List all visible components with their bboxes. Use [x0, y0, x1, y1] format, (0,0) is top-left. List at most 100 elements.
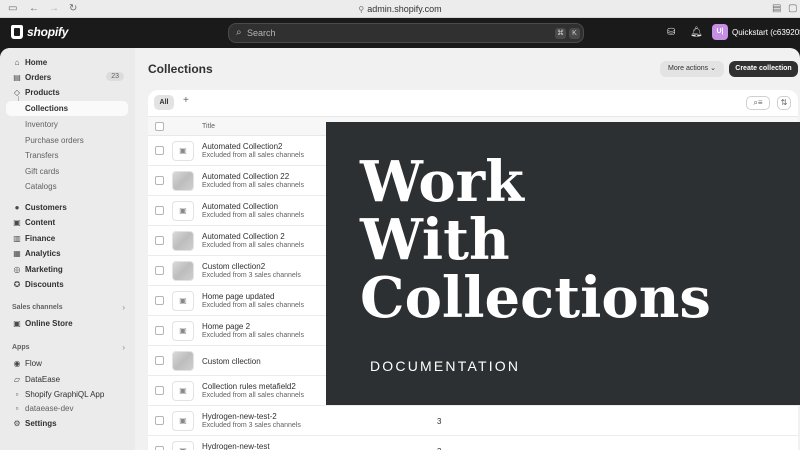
sidebar-item-flow[interactable]: ◉ Flow	[6, 356, 128, 371]
apps-heading: Apps	[12, 344, 30, 351]
flow-icon: ◉	[13, 359, 21, 368]
chevron-right-icon[interactable]: ›	[122, 343, 125, 352]
database-icon[interactable]: ⛁	[667, 27, 675, 38]
banner-title-line: Collections	[360, 265, 711, 331]
collection-channels: Excluded from all sales channels	[202, 242, 304, 249]
column-title[interactable]: Title	[202, 123, 215, 130]
sidebar-item-products[interactable]: ◇ Products	[6, 85, 128, 100]
bank-icon: ▥	[13, 234, 21, 243]
row-checkbox[interactable]	[155, 146, 164, 155]
sidebar-item-analytics[interactable]: ▦ Analytics	[6, 246, 128, 261]
sidebar-item-label: Inventory	[25, 120, 58, 129]
tab-all[interactable]: All	[154, 95, 174, 110]
sidebar-item-discounts[interactable]: ✪ Discounts	[6, 277, 128, 292]
sidebar-item-catalogs[interactable]: Catalogs	[6, 179, 128, 194]
address-bar[interactable]: ⚲ admin.shopify.com	[0, 3, 800, 16]
search-placeholder: Search	[247, 28, 276, 38]
more-actions-button[interactable]: More actions ⌄	[660, 61, 724, 77]
collection-title[interactable]: Home page updated	[202, 292, 275, 301]
sidebar-item-label: Home	[25, 58, 48, 67]
sidebar-item-settings[interactable]: ⚙ Settings	[6, 416, 128, 431]
collection-title[interactable]: Hydrogen-new-test	[202, 442, 270, 450]
row-checkbox[interactable]	[155, 326, 164, 335]
chart-icon: ▦	[13, 249, 21, 258]
row-checkbox[interactable]	[155, 176, 164, 185]
sales-channels-heading: Sales channels	[12, 304, 63, 311]
collection-title[interactable]: Custom cllection2	[202, 262, 265, 271]
sidebar-item-label: Settings	[25, 419, 57, 428]
row-checkbox[interactable]	[155, 236, 164, 245]
sidebar-item-label: DataEase	[25, 375, 61, 384]
collection-title[interactable]: Automated Collection 22	[202, 172, 289, 181]
image-placeholder-icon: ▣	[172, 141, 194, 161]
sidebar-item-gift-cards[interactable]: Gift cards	[6, 164, 128, 179]
sidebar-item-label: dataease-dev	[25, 403, 74, 413]
row-checkbox[interactable]	[155, 386, 164, 395]
reader-icon[interactable]: ▤	[772, 3, 781, 15]
sidebar-item-label: Online Store	[25, 319, 73, 328]
collection-title[interactable]: Collection rules metafield2	[202, 382, 296, 391]
sidebar-item-home[interactable]: ⌂ Home	[6, 55, 128, 70]
sidebar-item-orders[interactable]: ▤ Orders 23	[6, 70, 128, 85]
sidebar-item-dataease-dev[interactable]: ▫ dataease-dev	[6, 403, 128, 413]
collection-thumbnail	[172, 231, 194, 251]
sidebar-item-label: Customers	[25, 203, 67, 212]
sort-icon[interactable]: ⇅	[777, 96, 791, 110]
add-view-button[interactable]: +	[183, 95, 189, 106]
store-icon: ▣	[13, 319, 21, 328]
collection-title[interactable]: Automated Collection 2	[202, 232, 285, 241]
sidebar-item-collections[interactable]: Collections	[6, 101, 128, 116]
gear-icon: ⚙	[13, 419, 21, 428]
shopify-bag-icon	[11, 25, 23, 39]
collection-thumbnail	[172, 171, 194, 191]
store-switcher[interactable]: U| Quickstart (c63920f8	[712, 24, 800, 40]
shopify-logo[interactable]: shopify	[11, 25, 68, 39]
collection-channels: Excluded from all sales channels	[202, 212, 304, 219]
collection-thumbnail	[172, 351, 194, 371]
image-placeholder-icon: ▣	[172, 291, 194, 311]
sidebar-item-inventory[interactable]: Inventory	[6, 117, 128, 132]
sidebar-item-finance[interactable]: ▥ Finance	[6, 231, 128, 246]
chevron-right-icon[interactable]: ›	[122, 303, 125, 312]
image-placeholder-icon: ▣	[172, 441, 194, 450]
sidebar-item-content[interactable]: ▣ Content	[6, 215, 128, 230]
sidebar-item-online-store[interactable]: ▣ Online Store	[6, 316, 128, 331]
search-input[interactable]: ⌕ Search ⌘ K	[228, 23, 584, 43]
sidebar-item-label: Catalogs	[25, 182, 57, 191]
row-checkbox[interactable]	[155, 266, 164, 275]
sidebar-item-marketing[interactable]: ◎ Marketing	[6, 262, 128, 277]
sidebar-item-transfers[interactable]: Transfers	[6, 148, 128, 163]
sidebar: ⌂ Home ▤ Orders 23 ◇ Products Collections I…	[0, 48, 135, 450]
tabs-icon[interactable]: ▢	[788, 3, 797, 15]
row-checkbox[interactable]	[155, 206, 164, 215]
collection-title[interactable]: Automated Collection	[202, 202, 278, 211]
sidebar-item-graphiql[interactable]: ▫ Shopify GraphiQL App	[6, 387, 128, 402]
table-row[interactable]: ▣ Hydrogen-new-test-2 Excluded from 3 sale…	[148, 406, 798, 436]
home-icon: ⌂	[14, 58, 20, 67]
sidebar-item-label: Transfers	[25, 151, 59, 160]
sidebar-item-dataease[interactable]: ▱ DataEase	[6, 372, 128, 387]
row-checkbox[interactable]	[155, 296, 164, 305]
collection-title[interactable]: Hydrogen-new-test-2	[202, 412, 277, 421]
app-shell: ⌂ Home ▤ Orders 23 ◇ Products Collections I…	[0, 48, 800, 450]
collection-title[interactable]: Custom cllection	[202, 357, 261, 366]
select-all-checkbox[interactable]	[155, 122, 164, 131]
table-row[interactable]: ▣Hydrogen-new-testExcluded from all sale…	[148, 436, 798, 450]
collection-channels: Excluded from 3 sales channels	[202, 422, 301, 429]
row-checkbox[interactable]	[155, 416, 164, 425]
link-icon: ⚲	[358, 5, 365, 14]
sidebar-item-label: Orders	[25, 73, 52, 82]
logo-wordmark: shopify	[27, 25, 69, 39]
bell-icon[interactable]: 🔔︎	[690, 27, 703, 38]
row-checkbox[interactable]	[155, 446, 164, 450]
row-checkbox[interactable]	[155, 356, 164, 365]
collection-title[interactable]: Automated Collection2	[202, 142, 283, 151]
sidebar-item-label: Discounts	[25, 280, 64, 289]
create-collection-button[interactable]: Create collection	[729, 61, 798, 77]
sidebar-item-customers[interactable]: ● Customers	[6, 200, 128, 215]
sidebar-item-purchase-orders[interactable]: Purchase orders	[6, 133, 128, 148]
image-placeholder-icon: ▣	[172, 411, 194, 431]
collection-channels: Excluded from all sales channels	[202, 302, 304, 309]
collection-title[interactable]: Home page 2	[202, 322, 250, 331]
search-filter-icon[interactable]: ⌕≡	[746, 96, 770, 110]
